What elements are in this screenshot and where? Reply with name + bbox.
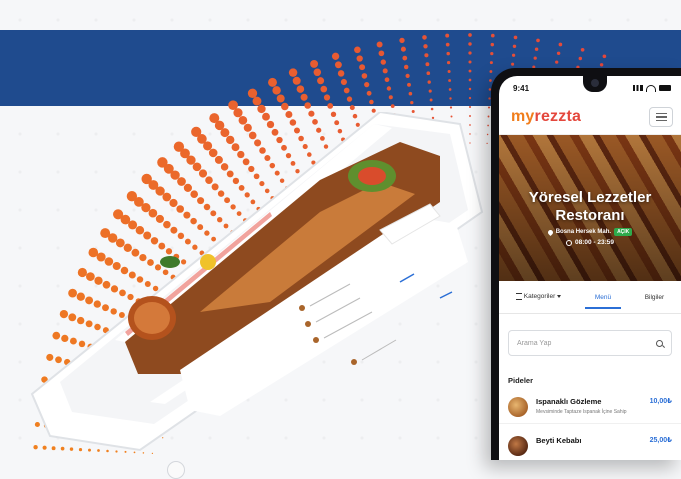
search-input[interactable]: Arama Yap [508, 330, 672, 356]
tab-menu[interactable]: Menü [584, 286, 622, 309]
status-icons [633, 84, 671, 92]
food-thumbnail [508, 436, 528, 456]
restaurant-hero-banner: Yöresel Lezzetler Restoranı Bosna Hersek… [499, 135, 681, 281]
hours-text: 08:00 - 23:59 [574, 239, 615, 246]
menu-tabs: Kategoriler Menü Bilgiler [499, 281, 681, 314]
opening-hours: 08:00 - 23:59 [499, 239, 681, 246]
location-text: Bosna Hersek Mah. [555, 229, 612, 235]
logo-part-rezzta: rezzta [534, 108, 582, 125]
search-icon[interactable] [656, 339, 663, 347]
menu-item-name: Beyti Kebabı [536, 436, 582, 445]
hamburger-icon-line [655, 119, 667, 122]
menu-item-name: Ispanaklı Gözleme [536, 397, 602, 406]
chevron-down-icon [557, 295, 562, 299]
hamburger-menu-button[interactable] [649, 107, 673, 127]
phone-notch [583, 76, 607, 92]
restaurant-name: Yöresel Lezzetler Restoranı [528, 189, 652, 224]
phone-device: 9:41 myrezzta Yöresel Lezzetler Restoran… [491, 68, 681, 460]
menu-item-price: 10,00₺ [649, 398, 672, 405]
menu-item-price: 25,00₺ [649, 437, 672, 444]
menu-item[interactable]: Beyti Kebabı 25,00₺ [499, 424, 681, 460]
phone-screen: 9:41 myrezzta Yöresel Lezzetler Restoran… [499, 76, 681, 460]
status-time: 9:41 [513, 83, 530, 93]
menu-item[interactable]: Ispanaklı Gözleme Mevsiminde Taptaze Isp… [499, 385, 681, 424]
search-placeholder: Arama Yap [517, 339, 552, 347]
wifi-icon [646, 84, 656, 92]
hamburger-icon [655, 112, 667, 115]
location-pin-icon [546, 228, 554, 236]
logo-part-my: my [511, 108, 535, 125]
app-header: myrezzta [499, 100, 681, 135]
signal-icon [633, 85, 643, 91]
hamburger-icon-line [655, 116, 667, 118]
menu-item-description: Mevsiminde Taptaze Ispanak İçine Sahip [536, 409, 627, 415]
section-title: Pideler [508, 376, 534, 385]
menu-item-text: Ispanaklı Gözleme Mevsiminde Taptaze Isp… [536, 397, 642, 415]
list-icon [515, 293, 522, 301]
tab-info[interactable]: Bilgiler [641, 286, 669, 309]
tablet-device [20, 112, 490, 479]
clock-icon [565, 239, 572, 246]
menu-item-text: Beyti Kebabı [536, 436, 642, 445]
tablet-screen-mockup [30, 112, 484, 452]
restaurant-location: Bosna Hersek Mah. AÇIK [499, 228, 681, 236]
tablet-home-button [167, 461, 185, 479]
tab-categories-label: Kategoriler [523, 293, 556, 301]
food-thumbnail [508, 397, 528, 417]
battery-icon [659, 85, 671, 91]
open-status-badge: AÇIK [614, 228, 633, 236]
tab-categories[interactable]: Kategoriler [512, 285, 565, 308]
myrezzta-logo[interactable]: myrezzta [511, 108, 581, 126]
